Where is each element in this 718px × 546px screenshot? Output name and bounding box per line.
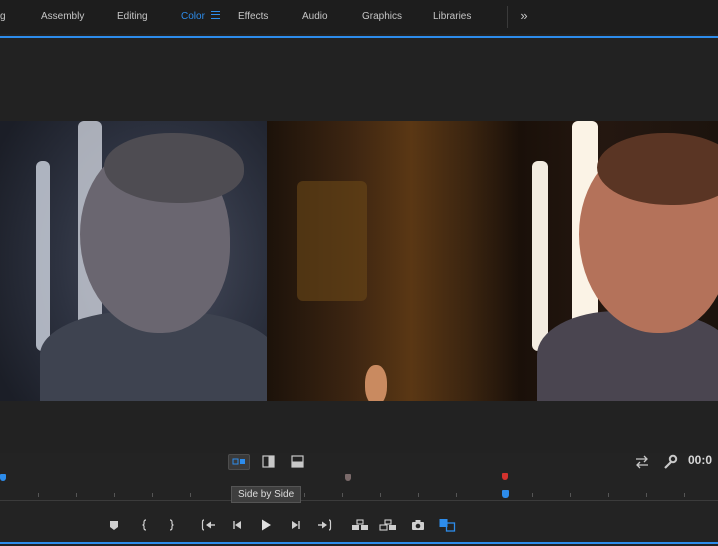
comparison-view-icon <box>439 519 456 532</box>
compare-side-by-side-button[interactable] <box>228 454 250 470</box>
go-to-in-button[interactable] <box>201 517 217 533</box>
camera-icon <box>412 520 424 530</box>
transport-controls <box>0 507 718 543</box>
side-by-side-icon <box>232 458 245 465</box>
background-window <box>297 181 367 301</box>
vertical-split-icon <box>262 455 275 468</box>
ruler-baseline <box>0 500 718 501</box>
video-frame[interactable] <box>0 121 718 401</box>
compare-vertical-split-button[interactable] <box>258 454 280 470</box>
step-forward-icon <box>292 521 300 529</box>
mark-in-button[interactable] <box>140 517 150 533</box>
go-to-out-icon <box>318 519 332 531</box>
go-to-out-button[interactable] <box>316 517 332 533</box>
playhead-timecode[interactable]: 00:0 <box>688 453 712 467</box>
lift-button[interactable] <box>351 517 369 533</box>
lift-icon <box>352 519 368 530</box>
compare-horizontal-split-button[interactable] <box>287 454 309 470</box>
export-frame-button[interactable] <box>410 517 426 533</box>
tab-learning[interactable]: g <box>0 0 6 34</box>
background-light <box>36 161 50 351</box>
tab-editing[interactable]: Editing <box>117 0 148 34</box>
ruler-tick <box>38 493 39 497</box>
ruler-tick <box>456 493 457 497</box>
play-button[interactable] <box>259 517 273 533</box>
tab-assembly[interactable]: Assembly <box>41 0 84 34</box>
horizontal-split-icon <box>291 455 304 468</box>
extract-button[interactable] <box>379 517 397 533</box>
ruler-tick <box>418 493 419 497</box>
add-marker-button[interactable] <box>108 517 120 533</box>
subject-hair <box>104 133 244 203</box>
timeline-marker[interactable] <box>0 474 6 481</box>
ruler-tick <box>76 493 77 497</box>
panel-bottom-highlight <box>0 542 718 544</box>
workspace-bar: g Assembly Editing Color Effects Audio G… <box>0 0 718 34</box>
swap-sides-button[interactable] <box>632 454 654 470</box>
subject-hand <box>365 365 387 401</box>
tab-effects[interactable]: Effects <box>238 0 268 34</box>
wrench-icon <box>664 454 678 469</box>
tooltip: Side by Side <box>231 486 302 503</box>
ruler-tick <box>570 493 571 497</box>
ruler-tick <box>380 493 381 497</box>
tab-divider <box>507 6 508 28</box>
mark-in-icon <box>142 519 147 531</box>
monitor-settings-button[interactable] <box>660 454 682 470</box>
workspace-overflow-button[interactable]: » <box>514 0 534 34</box>
tab-color-menu-icon[interactable] <box>211 11 220 19</box>
comparison-reference-view <box>0 121 267 401</box>
tab-libraries[interactable]: Libraries <box>433 0 471 34</box>
ruler-tick <box>152 493 153 497</box>
mark-out-button[interactable] <box>166 517 176 533</box>
ruler-tick <box>304 493 305 497</box>
background-light <box>532 161 548 351</box>
step-forward-button[interactable] <box>288 517 302 533</box>
step-back-icon <box>233 521 241 529</box>
ruler-tick <box>190 493 191 497</box>
go-to-in-icon <box>201 519 215 531</box>
tab-graphics[interactable]: Graphics <box>362 0 402 34</box>
mark-out-icon <box>169 519 174 531</box>
timeline-marker[interactable] <box>345 474 351 481</box>
monitor-time-ruler[interactable] <box>0 470 718 504</box>
ruler-tick <box>114 493 115 497</box>
ruler-tick <box>608 493 609 497</box>
extract-icon <box>379 519 396 531</box>
timeline-marker[interactable] <box>502 473 508 480</box>
marker-icon <box>110 521 118 530</box>
ruler-tick <box>532 493 533 497</box>
ruler-tick <box>342 493 343 497</box>
tab-color[interactable]: Color <box>181 0 205 34</box>
play-icon <box>262 519 271 531</box>
ruler-tick <box>646 493 647 497</box>
tab-audio[interactable]: Audio <box>302 0 328 34</box>
ruler-tick <box>684 493 685 497</box>
comparison-view-button[interactable] <box>438 517 456 533</box>
playhead[interactable] <box>502 490 509 498</box>
step-back-button[interactable] <box>231 517 245 533</box>
comparison-current-view <box>267 121 718 401</box>
swap-arrows-icon <box>636 455 648 469</box>
